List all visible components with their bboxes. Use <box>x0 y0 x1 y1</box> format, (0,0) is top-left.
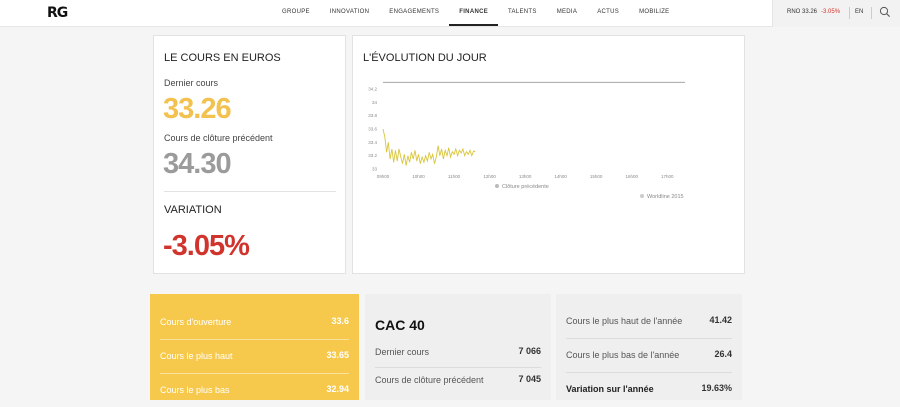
year-panel: Cours le plus haut de l'année 41.42 Cour… <box>556 294 742 400</box>
variation-title: VARIATION <box>164 204 222 216</box>
last-price-label: Dernier cours <box>164 78 219 88</box>
year-high-value: 41.42 <box>709 315 732 325</box>
cac40-close-label: Cours de clôture précédent <box>375 375 484 385</box>
x-tick-label: 14h00 <box>554 174 567 179</box>
opening-label: Cours d'ouverture <box>160 317 232 327</box>
x-tick-label: 10h00 <box>412 174 425 179</box>
stat-row: Cours le plus bas 32.94 <box>150 373 359 407</box>
ticker-change: -3.05% <box>821 9 841 15</box>
y-tick-label: 33 <box>372 167 378 172</box>
divider <box>164 191 336 192</box>
nav-item-actus[interactable]: ACTUS <box>587 0 629 26</box>
stat-row: Cours le plus haut 33.65 <box>150 339 359 373</box>
price-series-line <box>382 128 476 166</box>
evolution-card: L'ÉVOLUTION DU JOUR 34.2 34 33.8 33.6 33.4 33… <box>352 35 745 274</box>
legend-dot <box>495 184 499 188</box>
cac40-close-value: 7 045 <box>518 374 541 384</box>
stat-row: Cours d'ouverture 33.6 <box>150 305 359 339</box>
main-nav: GROUPE INNOVATION ENGAGEMENTS FINANCE TA… <box>272 0 679 26</box>
cac40-last-value: 7 066 <box>518 346 541 356</box>
y-tick-label: 33.2 <box>368 153 377 158</box>
x-tick-label: 12h00 <box>483 174 496 179</box>
nav-item-groupe[interactable]: GROUPE <box>272 0 320 26</box>
cac40-title: CAC 40 <box>375 317 425 333</box>
nav-item-engagements[interactable]: ENGAGEMENTS <box>379 0 449 26</box>
opening-value: 33.6 <box>331 316 349 326</box>
logo[interactable]: RG <box>47 5 68 21</box>
chart-legend: Clôture précédente Worldline 2015 <box>495 184 684 200</box>
high-value: 33.65 <box>326 350 349 360</box>
x-tick-label: 15h00 <box>590 174 603 179</box>
intraday-chart: 34.2 34 33.8 33.6 33.4 33.2 33 09h00 10h00 11h00… <box>368 81 685 200</box>
x-tick-label: 16h00 <box>625 174 638 179</box>
legend-label-previous-close[interactable]: Clôture précédente <box>502 184 549 190</box>
x-tick-label: 13h00 <box>519 174 532 179</box>
y-tick-label: 34 <box>372 100 378 105</box>
year-low-value: 26.4 <box>714 349 732 359</box>
y-tick-label: 33.4 <box>368 140 377 145</box>
low-label: Cours le plus bas <box>160 385 230 395</box>
close-price-value: 34.30 <box>163 148 232 180</box>
stock-ticker[interactable]: RNO 33.26 -3.05% <box>787 9 840 15</box>
language-switch[interactable]: EN <box>855 9 863 15</box>
ticker-zone: RNO 33.26 -3.05% EN <box>772 0 900 27</box>
nav-item-talents[interactable]: TALENTS <box>498 0 547 26</box>
legend-dot <box>640 194 644 198</box>
y-tick-label: 33.8 <box>368 113 377 118</box>
y-tick-label: 33.6 <box>368 127 377 132</box>
year-low-label: Cours le plus bas de l'année <box>566 350 680 360</box>
close-price-label: Cours de clôture précédent <box>164 133 273 143</box>
nav-item-innovation[interactable]: INNOVATION <box>320 0 379 26</box>
chart-series <box>382 128 476 166</box>
cac40-panel: CAC 40 Dernier cours 7 066 Cours de clôt… <box>365 294 551 400</box>
legend-label-series[interactable]: Worldline 2015 <box>647 194 684 200</box>
y-tick-label: 34.2 <box>368 87 377 92</box>
cours-title: LE COURS EN EUROS <box>164 52 281 64</box>
divider <box>871 7 872 19</box>
nav-item-mobilize[interactable]: MOBILIZE <box>629 0 679 26</box>
x-tick-label: 11h00 <box>448 174 461 179</box>
nav-item-finance[interactable]: FINANCE <box>449 0 499 26</box>
stat-row: Cours le plus bas de l'année 26.4 <box>556 338 742 372</box>
x-tick-label: 09h00 <box>377 174 390 179</box>
x-axis: 09h00 10h00 11h00 12h00 13h00 14h00 15h00 16h00… <box>377 174 674 179</box>
stat-row: Variation sur l'année 19.63% <box>556 372 742 406</box>
ticker-text: RNO 33.26 <box>787 9 818 15</box>
year-variation-label: Variation sur l'année <box>566 384 654 394</box>
opening-panel: Cours d'ouverture 33.6 Cours le plus hau… <box>150 294 359 400</box>
low-value: 32.94 <box>326 384 349 394</box>
search-icon[interactable] <box>879 6 891 18</box>
variation-value: -3.05% <box>163 230 250 262</box>
cours-card: LE COURS EN EUROS Dernier cours 33.26 Co… <box>153 35 346 274</box>
x-tick-label: 17h00 <box>661 174 674 179</box>
stat-row: Cours de clôture précédent 7 045 <box>365 367 551 401</box>
stat-row: Cours le plus haut de l'année 41.42 <box>556 304 742 338</box>
nav-item-media[interactable]: MEDIA <box>547 0 588 26</box>
high-label: Cours le plus haut <box>160 351 233 361</box>
year-high-label: Cours le plus haut de l'année <box>566 316 683 326</box>
site-header: RG GROUPE INNOVATION ENGAGEMENTS FINANCE… <box>0 0 900 27</box>
divider <box>849 7 850 19</box>
last-price-value: 33.26 <box>163 93 232 125</box>
cac40-last-label: Dernier cours <box>375 347 430 357</box>
y-axis: 34.2 34 33.8 33.6 33.4 33.2 33 <box>368 87 377 172</box>
year-variation-value: 19.63% <box>701 383 732 393</box>
